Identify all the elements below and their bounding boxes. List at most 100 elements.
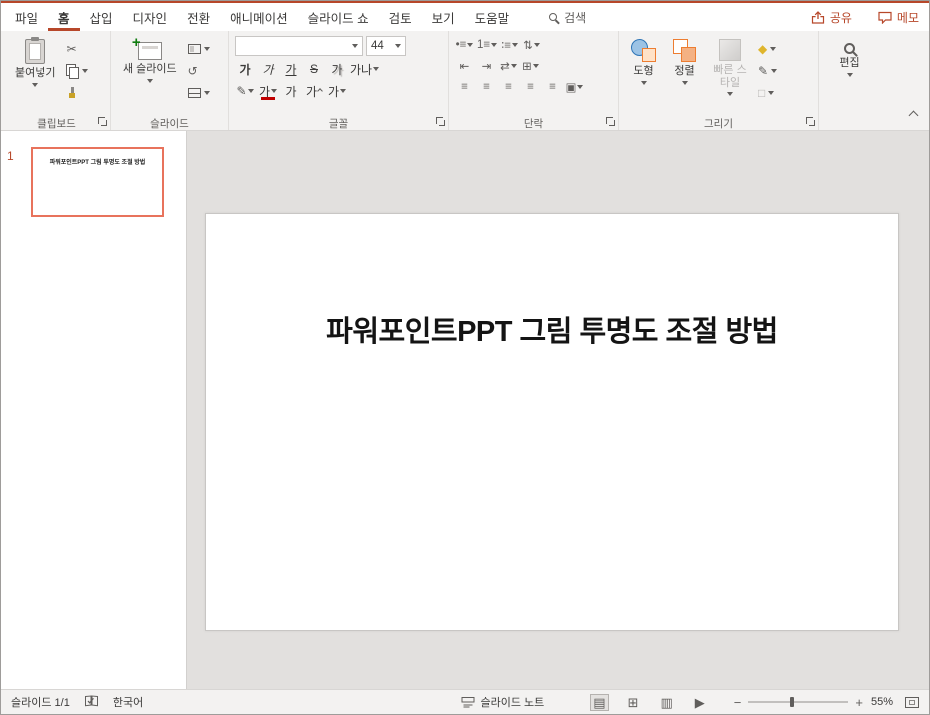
paragraph-group-label: 단락	[523, 118, 544, 130]
align-left-icon: ≡	[461, 80, 468, 93]
section-button[interactable]	[187, 85, 210, 100]
format-painter-button[interactable]	[66, 85, 88, 100]
collapse-ribbon-button[interactable]	[908, 106, 919, 124]
convert-smartart-button[interactable]: ▣	[565, 78, 584, 95]
chevron-down-icon	[846, 72, 853, 77]
tab-view[interactable]: 보기	[422, 3, 465, 31]
font-color-button[interactable]: 가	[258, 82, 278, 100]
align-right-icon: ≡	[505, 80, 512, 93]
notes-toggle-button[interactable]: 슬라이드 노트	[461, 694, 545, 710]
line-spacing-button[interactable]: ⇅	[522, 36, 541, 53]
comment-icon	[878, 11, 892, 24]
zoom-level[interactable]: 55%	[871, 696, 893, 708]
drawing-dialog-launcher[interactable]	[806, 117, 815, 126]
italic-button[interactable]: 가	[258, 60, 278, 78]
view-switcher: ▤ ⊞ ▥ ▶	[590, 693, 708, 711]
decrease-indent-button[interactable]: ⇤	[455, 57, 474, 74]
underline-button[interactable]: 가	[281, 60, 301, 78]
zoom-in-button[interactable]: +	[855, 696, 863, 709]
language-indicator[interactable]: 한국어	[113, 694, 143, 710]
paste-button[interactable]: 붙여넣기	[9, 36, 61, 100]
increase-font-button[interactable]: 가	[304, 82, 324, 100]
fit-slide-to-window-button[interactable]	[905, 696, 919, 708]
align-center-icon: ≡	[483, 80, 490, 93]
tab-insert[interactable]: 삽입	[80, 3, 123, 31]
tab-review[interactable]: 검토	[379, 3, 422, 31]
text-shadow-button[interactable]: 가	[327, 60, 347, 78]
shape-effects-button[interactable]: □	[758, 85, 777, 100]
multilevel-list-button[interactable]: ∶≡	[500, 36, 519, 53]
scissors-icon: ✂	[66, 41, 77, 56]
text-highlight-button[interactable]: ✎	[235, 82, 255, 100]
arrange-button[interactable]: 정렬	[667, 36, 702, 100]
notes-label: 슬라이드 노트	[480, 697, 545, 709]
reading-view-button[interactable]: ▥	[657, 694, 675, 711]
character-spacing-button[interactable]: 가나	[350, 60, 380, 78]
cut-button[interactable]: ✂	[66, 41, 88, 56]
font-size-combobox[interactable]: 44	[366, 36, 406, 56]
powerpoint-window: 파일 홈 삽입 디자인 전환 애니메이션 슬라이드 쇼 검토 보기 도움말 검색…	[0, 0, 930, 715]
align-text-button[interactable]: ⊞	[521, 57, 540, 74]
shape-fill-button[interactable]: ◆	[758, 41, 777, 56]
slide-title-text[interactable]: 파워포인트PPT 그림 투명도 조절 방법	[206, 308, 898, 350]
tab-transitions[interactable]: 전환	[177, 3, 220, 31]
memo-label: 메모	[896, 10, 919, 25]
font-name-combobox[interactable]	[235, 36, 363, 56]
comments-button[interactable]: 메모	[878, 9, 919, 26]
font-dialog-launcher[interactable]	[436, 117, 445, 126]
bold-button[interactable]: 가	[235, 60, 255, 78]
slide-thumbnail[interactable]: 파워포인트PPT 그림 투명도 조절 방법	[31, 147, 164, 217]
increase-indent-button[interactable]: ⇥	[477, 57, 496, 74]
editing-search-icon	[844, 43, 855, 54]
quick-styles-button[interactable]: 빠른 스타일	[707, 36, 753, 100]
editing-label: 편집	[839, 57, 860, 69]
spell-check-button[interactable]	[84, 694, 99, 710]
zoom-slider[interactable]	[748, 695, 849, 709]
editing-button[interactable]: 편집	[825, 36, 874, 80]
text-direction-button[interactable]: ⇄	[499, 57, 518, 74]
align-left-button[interactable]: ≡	[455, 78, 474, 95]
shape-outline-button[interactable]: ✎	[758, 63, 778, 78]
slide-editor-area[interactable]: 파워포인트PPT 그림 투명도 조절 방법	[187, 131, 929, 689]
align-right-button[interactable]: ≡	[499, 78, 518, 95]
tab-file[interactable]: 파일	[5, 3, 48, 31]
chevron-down-icon	[32, 82, 39, 87]
tab-help[interactable]: 도움말	[465, 3, 520, 31]
section-icon	[187, 87, 201, 98]
zoom-out-button[interactable]: −	[734, 696, 742, 709]
shapes-button[interactable]: 도형	[625, 36, 662, 100]
numbering-button[interactable]: 1≡	[477, 36, 498, 53]
normal-view-button[interactable]: ▤	[590, 693, 609, 711]
tab-home[interactable]: 홈	[48, 3, 80, 31]
slide-canvas[interactable]: 파워포인트PPT 그림 투명도 조절 방법	[205, 213, 899, 631]
thumbnail-title-text: 파워포인트PPT 그림 투명도 조절 방법	[49, 160, 146, 166]
workspace: 1 파워포인트PPT 그림 투명도 조절 방법 파워포인트PPT 그림 투명도 …	[1, 131, 929, 689]
share-button[interactable]: 공유	[811, 9, 852, 26]
paragraph-dialog-launcher[interactable]	[606, 117, 615, 126]
share-label: 공유	[829, 10, 852, 25]
search-icon	[549, 13, 558, 21]
tab-animations[interactable]: 애니메이션	[220, 3, 298, 31]
text-direction-icon: ⇄	[500, 60, 510, 73]
tab-slideshow[interactable]: 슬라이드 쇼	[298, 3, 379, 31]
shape-fill-icon: ◆	[758, 41, 768, 56]
zoom-slider-thumb[interactable]	[790, 697, 795, 707]
clear-formatting-button[interactable]: 가	[281, 82, 301, 100]
align-center-button[interactable]: ≡	[477, 78, 496, 95]
decrease-font-button[interactable]: 가	[327, 82, 347, 100]
reset-button[interactable]: ↺	[188, 63, 210, 78]
notes-icon	[461, 697, 474, 708]
clipboard-dialog-launcher[interactable]	[98, 117, 107, 126]
distribute-button[interactable]: ≡	[543, 78, 562, 95]
copy-button[interactable]	[66, 63, 89, 79]
justify-button[interactable]: ≡	[521, 78, 540, 95]
chevron-down-icon	[271, 89, 278, 93]
new-slide-button[interactable]: 새 슬라이드	[117, 34, 183, 100]
tab-design[interactable]: 디자인	[123, 3, 178, 31]
search-button[interactable]: 검색	[549, 9, 586, 26]
layout-button[interactable]	[187, 41, 210, 56]
slideshow-button[interactable]: ▶	[692, 694, 708, 711]
slide-sorter-view-button[interactable]: ⊞	[625, 694, 642, 711]
strikethrough-button[interactable]: S	[304, 60, 324, 78]
bullets-button[interactable]: •≡	[455, 36, 474, 53]
